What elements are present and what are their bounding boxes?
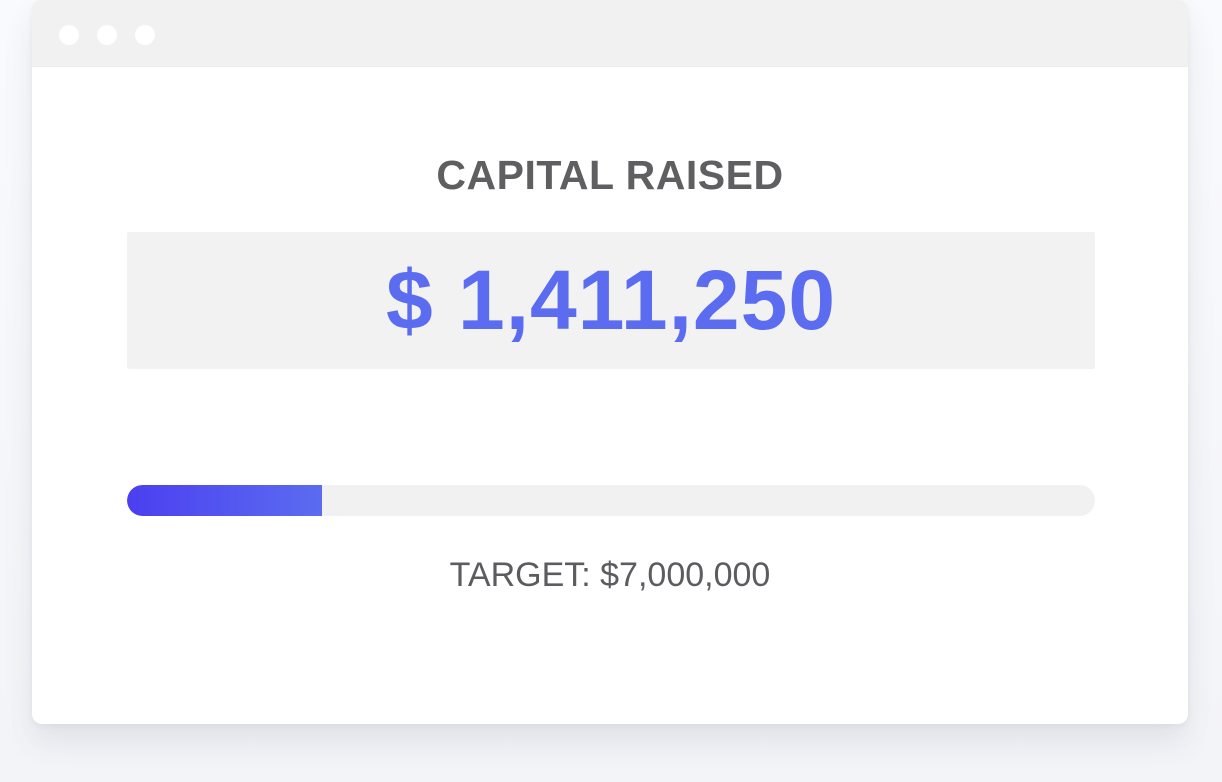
- capital-raised-amount: $ 1,411,250: [385, 253, 837, 347]
- browser-window: CAPITAL RAISED $ 1,411,250 TARGET: $7,00…: [32, 0, 1188, 724]
- funding-progress-bar: [127, 485, 1095, 516]
- window-dot-icon: [97, 25, 117, 45]
- window-titlebar: [32, 0, 1188, 67]
- amount-panel: $ 1,411,250: [127, 232, 1095, 369]
- funding-progress-fill: [127, 485, 323, 516]
- funding-target-label: TARGET: $7,000,000: [449, 556, 771, 594]
- capital-raised-heading: CAPITAL RAISED: [436, 152, 784, 198]
- window-dot-icon: [59, 25, 79, 45]
- window-dot-icon: [135, 25, 155, 45]
